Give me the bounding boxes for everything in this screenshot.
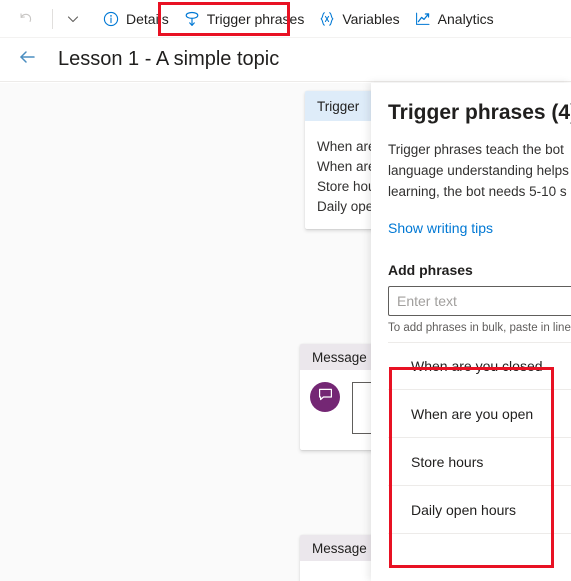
command-bar: Details Trigger phrases Variables Analyt… (0, 0, 571, 38)
phrase-text: When are you closed (411, 358, 543, 374)
analytics-button[interactable]: Analytics (407, 4, 501, 34)
list-item[interactable]: When are you open (388, 390, 571, 438)
topic-title-bar: Lesson 1 - A simple topic (0, 38, 571, 82)
phrases-list: When are you closed When are you open St… (388, 342, 571, 534)
undo-button[interactable] (10, 4, 48, 34)
undo-icon (17, 10, 35, 28)
phrase-text: Store hours (411, 453, 484, 470)
trigger-phrases-button[interactable]: Trigger phrases (176, 4, 312, 34)
trigger-phrases-label: Trigger phrases (206, 10, 305, 27)
phrase-text: Daily open hours (411, 501, 517, 518)
variables-label: Variables (342, 10, 400, 27)
variables-icon (318, 10, 336, 28)
list-item[interactable]: When are you closed (388, 342, 571, 390)
details-label: Details (126, 10, 169, 27)
trigger-phrases-icon (183, 10, 201, 28)
chat-bubble-icon (317, 386, 334, 408)
chevron-down-icon (64, 10, 82, 28)
undo-history-dropdown[interactable] (57, 4, 95, 34)
toolbar-divider (52, 8, 53, 29)
bulk-paste-hint: To add phrases in bulk, paste in line-se… (388, 322, 571, 334)
add-phrases-input[interactable] (388, 286, 571, 316)
info-icon (102, 10, 120, 28)
analytics-icon (414, 10, 432, 28)
panel-title: Trigger phrases (4) (388, 101, 571, 124)
back-arrow-icon (17, 47, 37, 72)
analytics-label: Analytics (437, 10, 494, 27)
variables-button[interactable]: Variables (311, 4, 406, 34)
list-item[interactable]: Store hours (388, 438, 571, 486)
back-button[interactable] (12, 45, 42, 75)
add-phrases-label: Add phrases (388, 262, 473, 278)
show-writing-tips-link[interactable]: Show writing tips (388, 220, 571, 236)
panel-description: Trigger phrases teach the bot language u… (388, 142, 569, 199)
phrase-text: When are you open (411, 405, 534, 422)
trigger-phrases-panel: Trigger phrases (4) Trigger phrases teac… (371, 83, 571, 581)
list-item[interactable]: Daily open hours (388, 486, 571, 534)
details-button[interactable]: Details (95, 4, 176, 34)
page-title: Lesson 1 - A simple topic (58, 48, 280, 70)
avatar (310, 382, 340, 412)
